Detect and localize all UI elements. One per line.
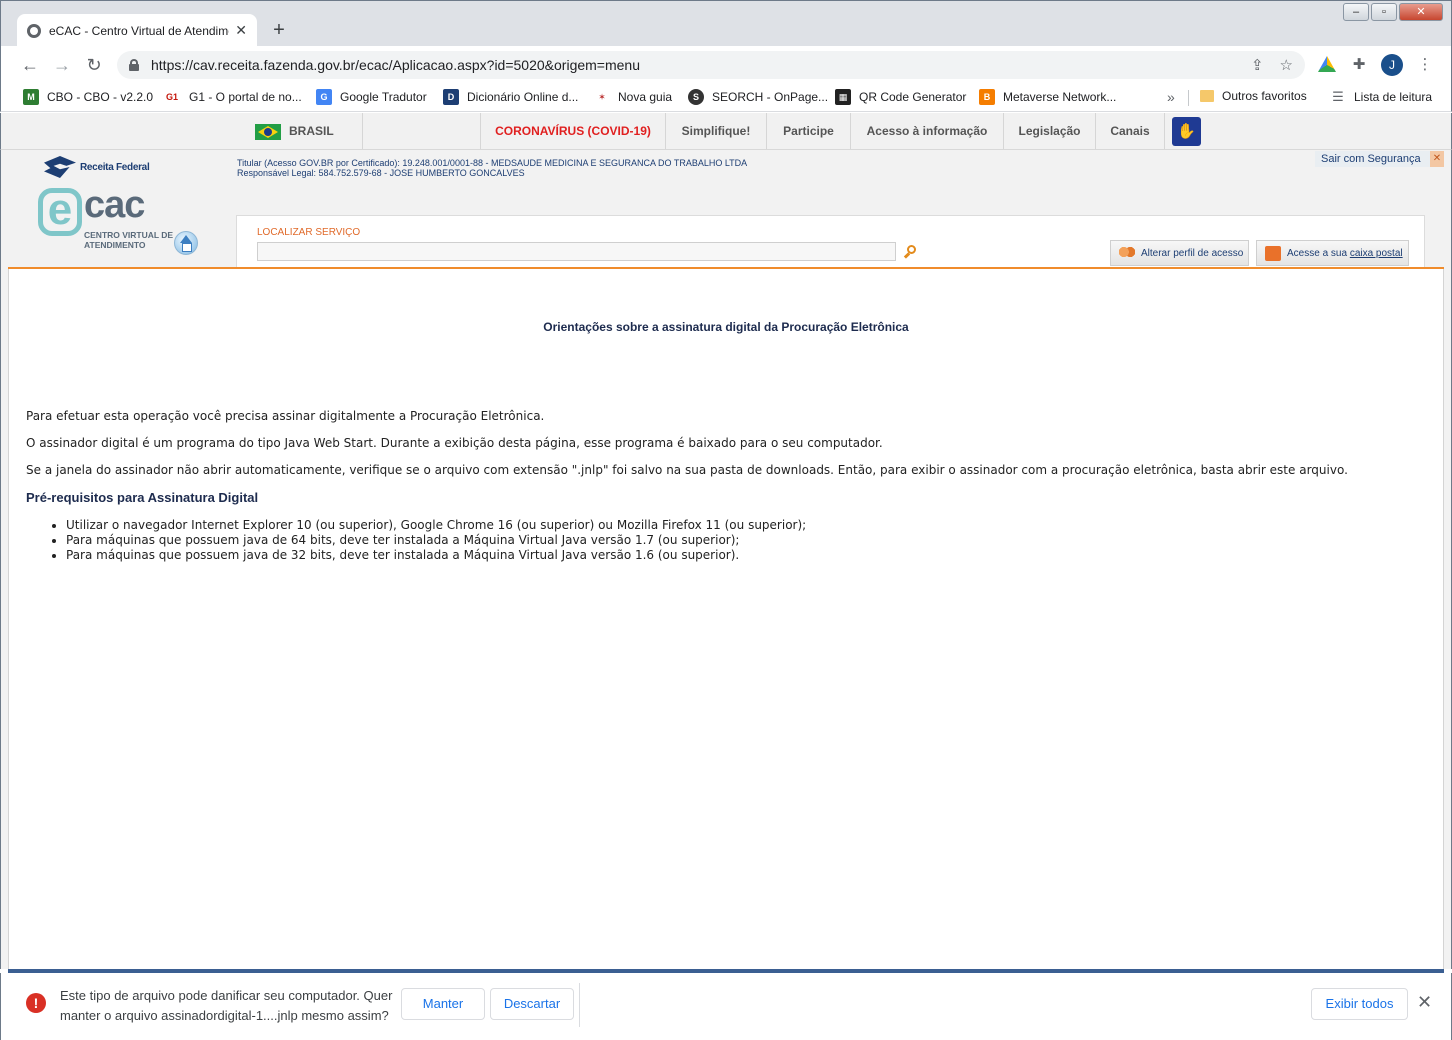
paragraph: O assinador digital é um programa do tip…: [26, 436, 883, 450]
change-profile-button[interactable]: Alterar perfil de acesso: [1110, 240, 1249, 266]
menu-kebab-icon[interactable]: ⋮: [1415, 55, 1435, 75]
warning-icon: !: [26, 993, 46, 1013]
blogger-icon: B: [979, 89, 995, 105]
prereq-list: Utilizar o navegador Internet Explorer 1…: [66, 518, 806, 563]
profile-avatar[interactable]: J: [1381, 54, 1403, 76]
url-text: https://cav.receita.fazenda.gov.br/ecac/…: [151, 57, 640, 73]
show-all-button[interactable]: Exibir todos: [1311, 988, 1408, 1020]
forward-button[interactable]: →: [49, 52, 75, 78]
share-icon[interactable]: ⇪: [1251, 56, 1264, 74]
receita-federal-logo: Receita Federal: [44, 156, 150, 178]
mailbox-button[interactable]: Acesse a sua caixa postal: [1256, 240, 1409, 266]
user-identification: Titular (Acesso GOV.BR por Certificado):…: [237, 158, 747, 178]
bookmarks-bar: M CBO - CBO - v2.2.0 G1 G1 - O portal de n…: [0, 84, 1452, 112]
logout-link[interactable]: Sair com Segurança ✕: [1315, 151, 1444, 167]
envelope-icon: [1265, 246, 1281, 261]
bookmark-item[interactable]: D Dicionário Online d...: [443, 89, 578, 105]
search-icon[interactable]: [904, 245, 918, 259]
list-item: Para máquinas que possuem java de 32 bit…: [66, 548, 806, 563]
govbar-participe-link[interactable]: Participe: [766, 113, 850, 149]
star-icon: ✶: [594, 89, 610, 105]
minimize-button[interactable]: ‒: [1343, 3, 1369, 21]
tab-title: eCAC - Centro Virtual de Atendimento: [49, 23, 229, 38]
close-icon[interactable]: ✕: [1430, 151, 1444, 167]
reading-list-icon: ☰: [1330, 89, 1346, 105]
bookmarks-overflow-icon[interactable]: »: [1167, 89, 1175, 105]
keep-button[interactable]: Manter: [401, 988, 485, 1020]
govbar-covid-link[interactable]: CORONAVÍRUS (COVID-19): [480, 113, 665, 149]
service-search-input[interactable]: [257, 242, 896, 261]
bookmark-item[interactable]: G1 G1 - O portal de no...: [163, 89, 302, 105]
govbar-legislacao-link[interactable]: Legislação: [1003, 113, 1095, 149]
prereq-heading: Pré-requisitos para Assinatura Digital: [26, 490, 259, 505]
new-tab-button[interactable]: +: [265, 17, 293, 45]
extensions-puzzle-icon[interactable]: ✚: [1349, 55, 1369, 75]
govbr-bar: BRASIL CORONAVÍRUS (COVID-19) Simplifiqu…: [0, 113, 1452, 150]
bookmark-item[interactable]: S SEORCH - OnPage...: [688, 89, 828, 105]
browser-toolbar: ← → ↻ https://cav.receita.fazenda.gov.br…: [0, 46, 1452, 84]
bookmark-item[interactable]: M CBO - CBO - v2.2.0: [23, 89, 153, 105]
bookmark-star-icon[interactable]: ☆: [1280, 56, 1293, 74]
responsavel-text: Responsável Legal: 584.752.579-68 - JOSE…: [237, 168, 525, 178]
window-close-button[interactable]: ✕: [1399, 3, 1443, 21]
translate-icon: G: [316, 89, 332, 105]
bookmark-item[interactable]: B Metaverse Network...: [979, 89, 1116, 105]
close-tab-icon[interactable]: ✕: [235, 22, 247, 39]
titular-text: Titular (Acesso GOV.BR por Certificado):…: [237, 158, 748, 168]
receita-federal-mark-icon: [44, 156, 76, 178]
govbr-brasil-link[interactable]: BRASIL: [289, 113, 334, 150]
home-icon[interactable]: [174, 231, 198, 255]
window-controls: ‒ ▫ ✕: [1343, 3, 1443, 21]
brazil-flag-icon[interactable]: [255, 124, 281, 140]
bookmark-item[interactable]: ✶ Nova guia: [594, 89, 672, 105]
libras-accessibility-icon[interactable]: ✋: [1172, 117, 1201, 146]
paragraph: Para efetuar esta operação você precisa …: [26, 409, 545, 423]
browser-titlebar: eCAC - Centro Virtual de Atendimento ✕ +…: [0, 0, 1452, 47]
folder-icon: [1200, 90, 1214, 102]
page-title: Orientações sobre a assinatura digital d…: [543, 320, 909, 334]
browser-tab[interactable]: eCAC - Centro Virtual de Atendimento ✕: [17, 14, 257, 47]
govbar-canais-link[interactable]: Canais: [1095, 113, 1165, 149]
mte-icon: M: [23, 89, 39, 105]
other-favorites[interactable]: Outros favoritos: [1200, 89, 1307, 103]
maximize-button[interactable]: ▫: [1371, 3, 1397, 21]
content-area: [8, 269, 1444, 969]
search-label: LOCALIZAR SERVIÇO: [257, 227, 361, 238]
g1-icon: G1: [163, 89, 181, 105]
list-item: Utilizar o navegador Internet Explorer 1…: [66, 518, 806, 533]
bookmark-item[interactable]: ▦ QR Code Generator: [835, 89, 966, 105]
close-download-bar-icon[interactable]: ✕: [1417, 992, 1432, 1013]
globe-icon: [27, 23, 41, 38]
back-button[interactable]: ←: [17, 52, 43, 78]
list-item: Para máquinas que possuem java de 64 bit…: [66, 533, 806, 548]
reload-button[interactable]: ↻: [81, 52, 107, 78]
bookmark-item[interactable]: G Google Tradutor: [316, 89, 427, 105]
address-bar[interactable]: https://cav.receita.fazenda.gov.br/ecac/…: [117, 51, 1305, 79]
govbar-simplifique-link[interactable]: Simplifique!: [665, 113, 766, 149]
reading-list[interactable]: ☰ Lista de leitura: [1330, 89, 1432, 105]
users-icon: [1119, 246, 1135, 261]
discard-button[interactable]: Descartar: [490, 988, 574, 1020]
mailbox-link[interactable]: caixa postal: [1350, 248, 1403, 259]
download-warning-text: Este tipo de arquivo pode danificar seu …: [60, 988, 393, 1023]
google-drive-icon[interactable]: [1318, 56, 1336, 72]
paragraph: Se a janela do assinador não abrir autom…: [26, 463, 1348, 477]
govbar-acesso-link[interactable]: Acesso à informação: [850, 113, 1003, 149]
dictionary-icon: D: [443, 89, 459, 105]
seo-icon: S: [688, 89, 704, 105]
lock-icon[interactable]: [129, 59, 139, 71]
qr-icon: ▦: [835, 89, 851, 105]
